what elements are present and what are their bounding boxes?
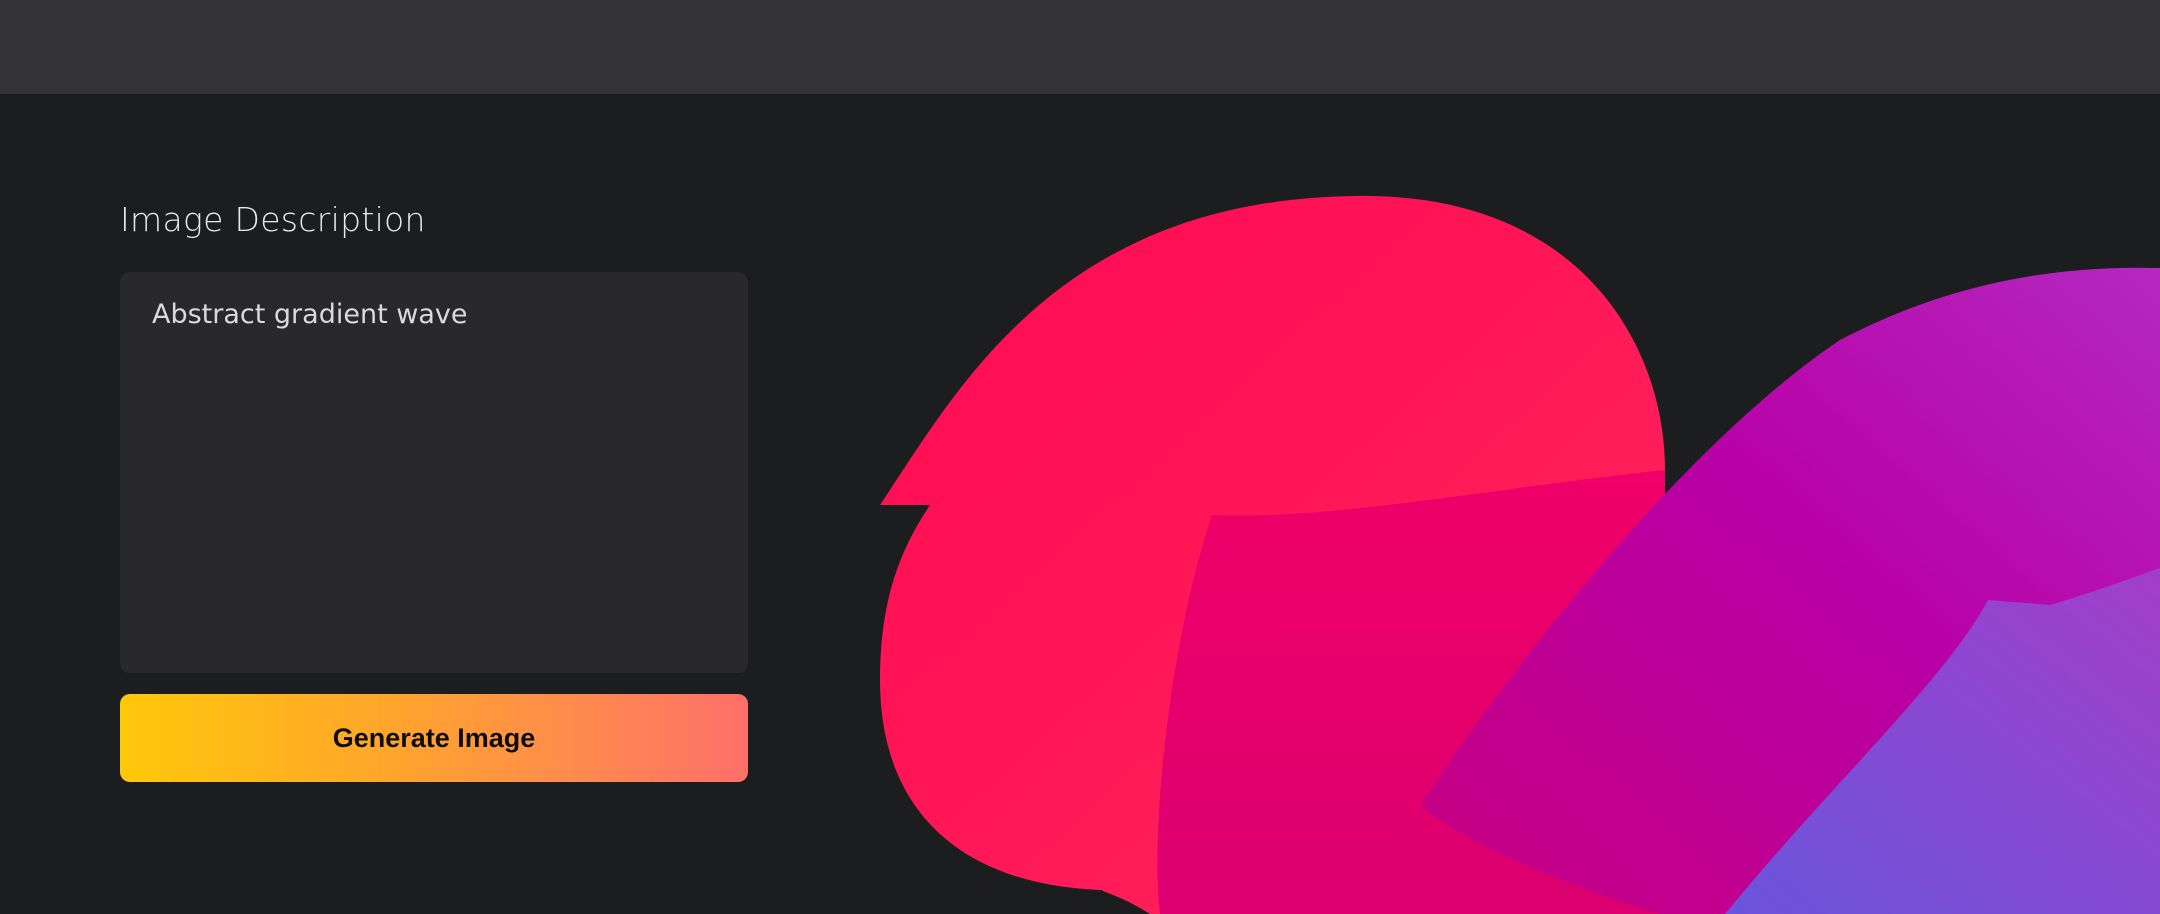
- magenta-wave-shape: [1157, 470, 1665, 914]
- top-bar: [0, 0, 2160, 94]
- violet-wave-shape: [1725, 568, 2160, 914]
- generate-image-button[interactable]: Generate Image: [120, 694, 748, 782]
- app-root: Image Description Abstract gradient wave…: [0, 0, 2160, 914]
- image-description-label: Image Description: [120, 200, 426, 239]
- pink-wave-shape: [880, 195, 1665, 914]
- image-description-input[interactable]: Abstract gradient wave: [120, 272, 748, 673]
- purple-wave-shape: [1420, 267, 2160, 914]
